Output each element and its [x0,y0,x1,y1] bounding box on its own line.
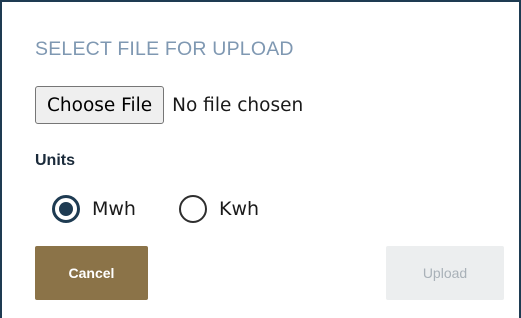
cancel-button[interactable]: Cancel [35,246,148,300]
radio-dot-icon [59,202,73,216]
upload-dialog: SELECT FILE FOR UPLOAD Choose File No fi… [0,0,521,318]
radio-label-mwh: Mwh [92,198,136,220]
dialog-title: SELECT FILE FOR UPLOAD [35,38,294,60]
units-radio-group: Mwh Kwh [52,195,259,223]
file-input: Choose File No file chosen [35,86,303,124]
radio-unselected-icon[interactable] [178,195,207,223]
file-status-text: No file chosen [172,94,304,116]
upload-button[interactable]: Upload [386,246,504,300]
radio-label-kwh: Kwh [218,198,260,220]
radio-selected-icon[interactable] [52,195,80,223]
units-label: Units [35,152,75,169]
radio-option-mwh[interactable]: Mwh [52,195,136,223]
radio-option-kwh[interactable]: Kwh [178,195,260,223]
choose-file-button[interactable]: Choose File [35,86,165,124]
